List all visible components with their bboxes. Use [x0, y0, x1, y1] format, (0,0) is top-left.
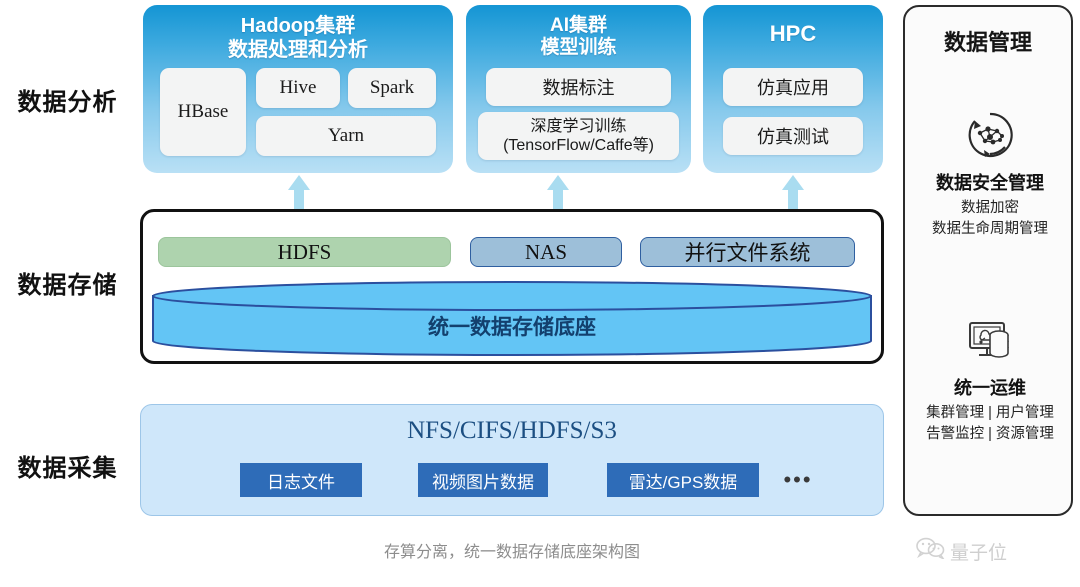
management-sub-data-security-line1: 数据加密 [961, 200, 1019, 216]
monitor-storage-ops-icon [905, 310, 1075, 370]
chip-data-annotation[interactable]: 数据标注 [486, 68, 671, 106]
chip-spark[interactable]: Spark [348, 68, 436, 108]
unified-storage-cylinder-label: 统一数据存储底座 [428, 315, 596, 339]
cluster-title-hadoop-line1: Hadoop集群 [240, 15, 356, 37]
management-sub-unified-ops: 集群管理 | 用户管理 告警监控 | 资源管理 [905, 403, 1075, 445]
cluster-panel-ai[interactable]: AI集群 模型训练 数据标注 深度学习训练 (TensorFlow/Caffe等… [466, 5, 691, 173]
cluster-panel-hpc[interactable]: HPC 仿真应用 仿真测试 [703, 5, 883, 173]
collection-layer-box: NFS/CIFS/HDFS/S3 日志文件 视频图片数据 雷达/GPS数据 ••… [140, 404, 884, 516]
source-more-ellipsis: ••• [783, 467, 813, 492]
management-head-unified-ops: 统一运维 [954, 378, 1026, 398]
storage-tag-parallel-file-system[interactable]: 并行文件系统 [640, 237, 855, 267]
storage-tag-hdfs[interactable]: HDFS [158, 237, 451, 267]
chip-deep-learning-line1: 深度学习训练 [530, 117, 627, 135]
data-management-panel: 数据管理 数据安全管理 数据加密 数据生命周期管理 统一运维 集群管理 | 用户… [903, 5, 1073, 516]
watermark: 量子位 [915, 537, 1007, 565]
watermark-label: 量子位 [950, 542, 1008, 564]
management-sub-data-security-line2: 数据生命周期管理 [932, 221, 1048, 238]
cluster-title-hadoop-line2: 数据处理和分析 [228, 38, 368, 61]
data-management-title: 数据管理 [943, 30, 1032, 55]
storage-layer-box: HDFS NAS 并行文件系统 统一数据存储底座 [140, 209, 884, 364]
chip-hive[interactable]: Hive [256, 68, 340, 108]
source-tag-radar-gps[interactable]: 雷达/GPS数据 [607, 463, 759, 497]
diagram-caption: 存算分离，统一数据存储底座架构图 [383, 544, 640, 561]
chip-hbase[interactable]: HBase [160, 68, 246, 156]
cluster-title-ai-line1: AI集群 [549, 15, 607, 36]
chip-simulation-application[interactable]: 仿真应用 [723, 68, 863, 106]
cluster-title-hpc-line1: HPC [769, 21, 817, 46]
cluster-title-ai: AI集群 模型训练 [466, 5, 691, 60]
chip-deep-learning-line2: (TensorFlow/Caffe等) [503, 137, 654, 154]
management-block-data-security[interactable]: 数据安全管理 数据加密 数据生命周期管理 [905, 105, 1075, 240]
row-label-data-collection: 数据采集 [17, 455, 118, 482]
management-sub-unified-ops-line2: 告警监控 | 资源管理 [926, 426, 1054, 443]
row-label-data-storage: 数据存储 [17, 272, 118, 299]
storage-tag-nas[interactable]: NAS [470, 237, 622, 267]
chip-yarn[interactable]: Yarn [256, 116, 436, 156]
chip-simulation-test[interactable]: 仿真测试 [723, 117, 863, 155]
management-sub-data-security: 数据加密 数据生命周期管理 [905, 198, 1075, 240]
collection-protocols-label: NFS/CIFS/HDFS/S3 [407, 417, 617, 444]
cluster-title-hpc: HPC [703, 5, 883, 47]
management-head-data-security: 数据安全管理 [936, 173, 1044, 193]
cluster-panel-hadoop[interactable]: Hadoop集群 数据处理和分析 HBase Hive Spark Yarn [143, 5, 453, 173]
management-block-unified-ops[interactable]: 统一运维 集群管理 | 用户管理 告警监控 | 资源管理 [905, 310, 1075, 445]
management-sub-unified-ops-line1: 集群管理 | 用户管理 [926, 405, 1054, 421]
source-tag-video-image[interactable]: 视频图片数据 [418, 463, 548, 497]
wechat-icon [915, 537, 946, 565]
unified-storage-cylinder[interactable]: 统一数据存储底座 [151, 280, 873, 357]
source-tag-log-files[interactable]: 日志文件 [240, 463, 362, 497]
row-label-data-analysis: 数据分析 [17, 89, 118, 116]
cluster-title-ai-line2: 模型训练 [540, 37, 617, 59]
chip-deep-learning-training[interactable]: 深度学习训练 (TensorFlow/Caffe等) [478, 112, 679, 160]
cluster-title-hadoop: Hadoop集群 数据处理和分析 [143, 5, 453, 62]
data-network-security-icon [905, 105, 1075, 165]
